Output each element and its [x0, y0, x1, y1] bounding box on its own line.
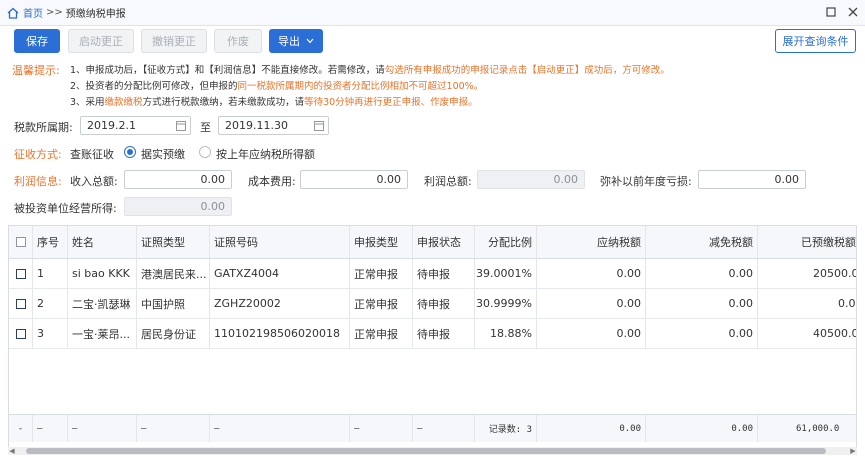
- cost-label: 成本费用:: [248, 175, 296, 188]
- breadcrumb-separator: >>: [46, 7, 63, 18]
- title-bar: 首页 >> 预缴纳税申报: [0, 0, 865, 26]
- header-cell: 证照号码: [210, 226, 350, 258]
- breadcrumb-current: 预缴纳税申报: [65, 9, 126, 20]
- header-cell: 姓名: [68, 226, 137, 258]
- restore-icon[interactable]: [825, 6, 837, 18]
- footer-prepaid-total: 61,000.0: [758, 415, 856, 442]
- period-label: 税款所属期:: [14, 121, 73, 134]
- option-actual-prepay[interactable]: 据实预缴: [141, 146, 185, 162]
- income-field[interactable]: 0.00: [124, 170, 232, 189]
- cancel-correction-button[interactable]: 撤销更正: [141, 29, 207, 53]
- export-label: 导出: [278, 35, 300, 48]
- save-button[interactable]: 保存: [14, 29, 60, 53]
- cost-field[interactable]: 0.00: [300, 170, 408, 189]
- calendar-icon[interactable]: [176, 120, 186, 131]
- tip-line-3: 3、采用缴款缴税方式进行税款缴纳，若未缴款成功，请等待30分钟再进行更正申报、作…: [70, 97, 478, 108]
- header-cell: 序号: [33, 226, 68, 258]
- radio-actual-prepay[interactable]: [124, 146, 136, 158]
- calendar-icon[interactable]: [314, 120, 324, 131]
- total-profit-field: 0.00: [477, 170, 585, 189]
- header-cell: 证照类型: [137, 226, 210, 258]
- toolbar: 保存 启动更正 撤销更正 作废 导出 展开查询条件: [0, 26, 865, 58]
- tips-label: 温馨提示:: [12, 64, 60, 77]
- loss-field[interactable]: 0.00: [698, 170, 806, 189]
- chevron-down-icon: [306, 38, 314, 44]
- collection-row: 征收方式: 查账征收 据实预缴 按上年应纳税所得额: [0, 143, 865, 163]
- period-row: 税款所属期: 2019.2.1 至 2019.11.30: [0, 116, 865, 136]
- select-all-checkbox[interactable]: [15, 237, 26, 247]
- header-cell: 分配比例: [475, 226, 537, 258]
- total-profit-label: 利润总额:: [424, 175, 472, 188]
- footer-relief-total: 0.00: [646, 415, 758, 442]
- table-row[interactable]: 2 二宝·凯瑟琳 中国护照 ZGHZ20002 正常申报 待申报 30.9999…: [9, 289, 856, 319]
- header-cell: 申报状态: [413, 226, 475, 258]
- profit-label: 利润信息:: [14, 175, 62, 188]
- row-checkbox[interactable]: [15, 268, 26, 279]
- scroll-right-icon[interactable]: ▶: [849, 447, 857, 455]
- row-checkbox[interactable]: [15, 298, 26, 309]
- start-correction-button[interactable]: 启动更正: [68, 29, 134, 53]
- expand-query-button[interactable]: 展开查询条件: [775, 29, 856, 53]
- table-row[interactable]: 1 si bao KKK 港澳居民来... GATXZ4004 正常申报 待申报…: [9, 259, 856, 289]
- option-last-year[interactable]: 按上年应纳税所得额: [216, 146, 315, 162]
- profit-row: 利润信息: 收入总额: 0.00 成本费用: 0.00 利润总额: 0.00 弥…: [0, 170, 865, 190]
- tip-line-2: 2、投资者的分配比例可修改，但申报的同一税款所属期内的投资者分配比例相加不可超过…: [70, 81, 484, 92]
- investment-field: 0.00: [124, 197, 232, 216]
- header-cell: 减免税额: [646, 226, 758, 258]
- income-label: 收入总额:: [70, 175, 118, 188]
- investment-label: 被投资单位经营所得:: [14, 202, 117, 215]
- investment-row: 被投资单位经营所得: 0.00: [0, 197, 865, 217]
- close-icon[interactable]: [847, 6, 859, 18]
- period-from-field[interactable]: 2019.2.1: [80, 116, 191, 135]
- period-to-label: 至: [200, 121, 211, 134]
- declaration-table: 序号 姓名 证照类型 证照号码 申报类型 申报状态 分配比例 应纳税额 减免税额…: [8, 225, 857, 453]
- table-header: 序号 姓名 证照类型 证照号码 申报类型 申报状态 分配比例 应纳税额 减免税额…: [9, 226, 856, 259]
- radio-last-year[interactable]: [199, 146, 211, 158]
- breadcrumb-home[interactable]: 首页: [23, 5, 43, 20]
- collection-sub-label: 查账征收: [70, 148, 114, 161]
- void-button[interactable]: 作废: [214, 29, 262, 53]
- record-count: 记录数: 3: [475, 415, 537, 442]
- row-checkbox[interactable]: [15, 328, 26, 339]
- collection-label: 征收方式:: [14, 148, 62, 161]
- export-button[interactable]: 导出: [269, 29, 323, 53]
- home-icon[interactable]: [6, 6, 20, 20]
- footer-tax-total: 0.00: [537, 415, 646, 442]
- loss-label: 弥补以前年度亏损:: [600, 175, 692, 188]
- header-cell: 应纳税额: [537, 226, 646, 258]
- scroll-left-icon[interactable]: ◀: [8, 447, 16, 455]
- tip-line-1: 1、申报成功后，【征收方式】和【利润信息】不能直接修改。若需修改，请勾选所有申报…: [70, 65, 670, 76]
- horizontal-scrollbar[interactable]: ◀ ▶: [8, 447, 857, 455]
- table-row[interactable]: 3 一宝·莱昂... 居民身份证 110102198506020018 正常申报…: [9, 319, 856, 349]
- scrollbar-thumb[interactable]: [26, 448, 826, 454]
- period-to-field[interactable]: 2019.11.30: [218, 116, 329, 135]
- table-footer: - — — — — — — 记录数: 3 0.00 0.00 61,000.0: [9, 414, 856, 442]
- header-cell: 已预缴税额: [758, 226, 856, 258]
- header-cell: 申报类型: [350, 226, 413, 258]
